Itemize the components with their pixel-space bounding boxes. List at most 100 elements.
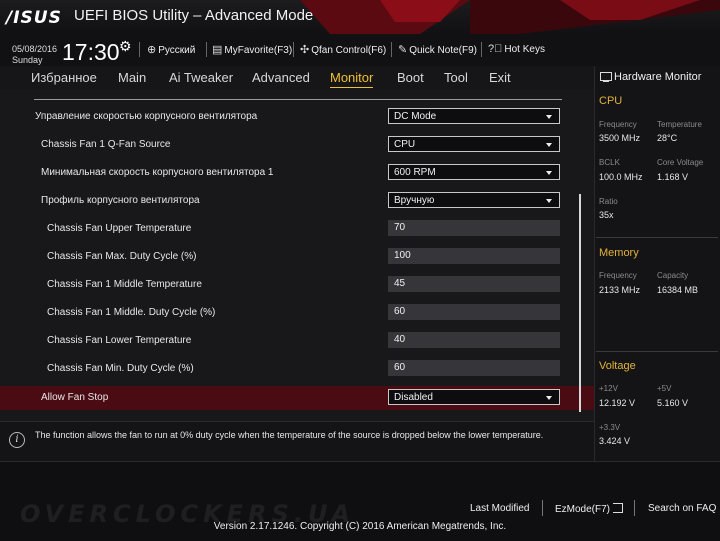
- language-label: Русский: [158, 45, 196, 56]
- setting-row-middle-temperature[interactable]: Chassis Fan 1 Middle Temperature 45: [0, 273, 594, 297]
- tab-boot[interactable]: Boot: [397, 70, 424, 85]
- clock: 17:30: [62, 39, 120, 65]
- setting-label: Chassis Fan 1 Middle. Duty Cycle (%): [47, 307, 216, 318]
- separator: [206, 42, 207, 57]
- max-duty-cycle-input[interactable]: 100: [388, 248, 560, 264]
- setting-row-upper-temperature[interactable]: Chassis Fan Upper Temperature 70: [0, 217, 594, 241]
- myfavorite-button[interactable]: ▤ MyFavorite(F3): [212, 43, 292, 56]
- min-fan-speed-dropdown[interactable]: 600 RPM: [388, 164, 560, 180]
- divider: [596, 237, 718, 238]
- ezmode-label: EzMode(F7): [555, 504, 611, 515]
- last-modified-button[interactable]: Last Modified: [470, 503, 529, 514]
- dropdown-value: 600 RPM: [394, 167, 436, 178]
- fan-control-mode-dropdown[interactable]: DC Mode: [388, 108, 560, 124]
- min-duty-cycle-input[interactable]: 60: [388, 360, 560, 376]
- allow-fan-stop-dropdown[interactable]: Disabled: [388, 389, 560, 405]
- dropdown-value: DC Mode: [394, 111, 437, 122]
- input-value: 40: [394, 334, 406, 345]
- fan-icon: ✣: [300, 44, 310, 56]
- cpu-frequency-label: Frequency: [599, 120, 637, 129]
- myfavorite-label: MyFavorite(F3): [224, 45, 293, 56]
- tab-favorites[interactable]: Избранное: [31, 70, 97, 85]
- gear-icon[interactable]: ⚙: [119, 38, 132, 55]
- chevron-down-icon: [546, 115, 552, 119]
- memory-heading: Memory: [599, 247, 639, 259]
- tab-exit[interactable]: Exit: [489, 70, 511, 85]
- tab-tool[interactable]: Tool: [444, 70, 468, 85]
- favorite-icon: ▤: [212, 44, 223, 56]
- memory-frequency-label: Frequency: [599, 271, 637, 280]
- input-value: 100: [394, 250, 411, 261]
- search-faq-button[interactable]: Search on FAQ: [648, 503, 716, 514]
- separator: [481, 42, 482, 57]
- setting-label: Chassis Fan Upper Temperature: [47, 223, 192, 234]
- voltage-heading: Voltage: [599, 360, 636, 372]
- ezmode-button[interactable]: EzMode(F7): [555, 503, 624, 515]
- hotkeys-label: Hot Keys: [504, 44, 545, 55]
- globe-icon: ⊕: [147, 44, 157, 56]
- tab-ai-tweaker[interactable]: Ai Tweaker: [169, 70, 233, 85]
- note-icon: ✎: [398, 44, 408, 56]
- asus-logo: /ISUS: [6, 8, 62, 28]
- chevron-down-icon: [546, 143, 552, 147]
- tab-main[interactable]: Main: [118, 70, 146, 85]
- bclk-label: BCLK: [599, 158, 620, 167]
- qfan-control-button[interactable]: ✣ Qfan Control(F6): [300, 43, 386, 56]
- day-text: Sunday: [12, 55, 43, 65]
- middle-duty-cycle-input[interactable]: 60: [388, 304, 560, 320]
- upper-temperature-input[interactable]: 70: [388, 220, 560, 236]
- app-title: UEFI BIOS Utility – Advanced Mode: [74, 7, 314, 24]
- setting-row-allow-fan-stop[interactable]: Allow Fan Stop Disabled: [0, 386, 594, 410]
- memory-frequency-value: 2133 MHz: [599, 285, 641, 295]
- setting-row-middle-duty-cycle[interactable]: Chassis Fan 1 Middle. Duty Cycle (%) 60: [0, 301, 594, 325]
- lower-temperature-input[interactable]: 40: [388, 332, 560, 348]
- setting-row-min-fan-speed[interactable]: Минимальная скорость корпусного вентилят…: [0, 161, 594, 185]
- cpu-temperature-label: Temperature: [657, 120, 702, 129]
- setting-label: Chassis Fan Max. Duty Cycle (%): [47, 251, 197, 262]
- qfan-source-dropdown[interactable]: CPU: [388, 136, 560, 152]
- setting-label: Профиль корпусного вентилятора: [41, 195, 200, 206]
- scrollbar[interactable]: [579, 194, 581, 412]
- setting-label: Allow Fan Stop: [41, 392, 109, 403]
- setting-row-max-duty-cycle[interactable]: Chassis Fan Max. Duty Cycle (%) 100: [0, 245, 594, 269]
- hot-keys-button[interactable]: ?⃞ Hot Keys: [488, 43, 545, 55]
- setting-label: Chassis Fan 1 Q-Fan Source: [41, 139, 171, 150]
- chevron-down-icon: [546, 199, 552, 203]
- ratio-label: Ratio: [599, 197, 618, 206]
- fan-profile-dropdown[interactable]: Вручную: [388, 192, 560, 208]
- help-text: The function allows the fan to run at 0%…: [35, 430, 544, 440]
- setting-row-fan-control-mode[interactable]: Управление скоростью корпусного вентилят…: [0, 105, 594, 129]
- setting-label: Управление скоростью корпусного вентилят…: [35, 111, 258, 122]
- separator: [293, 42, 294, 57]
- divider: [596, 351, 718, 352]
- separator: [634, 500, 635, 516]
- memory-capacity-label: Capacity: [657, 271, 689, 280]
- help-bar: [0, 421, 594, 462]
- separator: [139, 42, 140, 57]
- setting-row-min-duty-cycle[interactable]: Chassis Fan Min. Duty Cycle (%) 60: [0, 357, 594, 381]
- setting-row-qfan-source[interactable]: Chassis Fan 1 Q-Fan Source CPU: [0, 133, 594, 157]
- ratio-value: 35x: [599, 210, 614, 220]
- tab-monitor[interactable]: Monitor: [330, 70, 374, 88]
- v5-label: +5V: [657, 384, 672, 393]
- chevron-down-icon: [546, 171, 552, 175]
- info-icon: i: [9, 432, 25, 448]
- middle-temperature-input[interactable]: 45: [388, 276, 560, 292]
- setting-row-lower-temperature[interactable]: Chassis Fan Lower Temperature 40: [0, 329, 594, 353]
- setting-row-fan-profile[interactable]: Профиль корпусного вентилятора Вручную: [0, 189, 594, 213]
- help-icon: ?⃞: [488, 43, 503, 55]
- chevron-down-icon: [546, 396, 552, 400]
- setting-label: Chassis Fan Min. Duty Cycle (%): [47, 363, 194, 374]
- input-value: 70: [394, 222, 406, 233]
- date-text: 05/08/2016: [12, 44, 58, 54]
- dropdown-value: Вручную: [394, 195, 435, 206]
- quicknote-label: Quick Note(F9): [409, 45, 478, 56]
- v12-label: +12V: [599, 384, 618, 393]
- v5-value: 5.160 V: [657, 398, 689, 408]
- date-display: 05/08/2016 Sunday: [12, 44, 57, 66]
- memory-capacity-value: 16384 MB: [657, 285, 699, 295]
- exit-icon: [613, 503, 624, 513]
- language-button[interactable]: ⊕ Русский: [147, 43, 195, 56]
- tab-advanced[interactable]: Advanced: [252, 70, 310, 85]
- quick-note-button[interactable]: ✎ Quick Note(F9): [398, 43, 477, 56]
